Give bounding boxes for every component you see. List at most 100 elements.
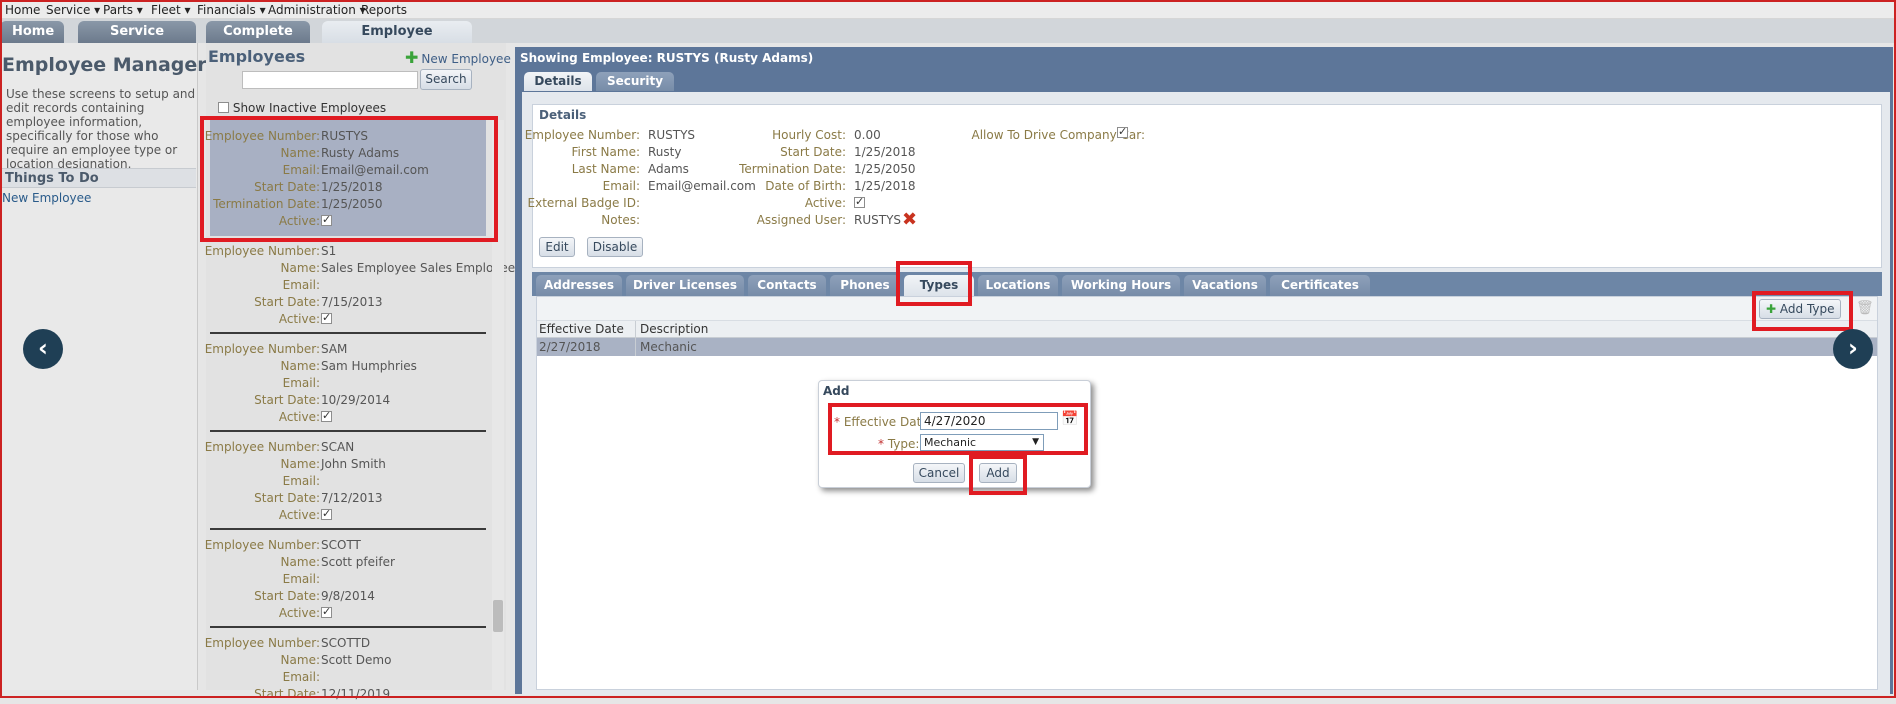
label-employee-number: Employee Number: xyxy=(524,128,640,142)
label-date-of-birth: Date of Birth: xyxy=(765,179,846,193)
label-start-date: Start Date: xyxy=(254,180,320,194)
label-name: Name: xyxy=(280,555,320,569)
row-effective-date: 2/27/2018 xyxy=(539,340,601,354)
employee-card-scottd[interactable]: Employee Number: SCOTTD Name: Scott Demo E… xyxy=(205,632,486,701)
type-label: * Type: xyxy=(878,437,920,451)
employee-number: SCOTTD xyxy=(321,636,371,650)
subtab-certificates[interactable]: Certificates xyxy=(1270,275,1370,296)
edit-button[interactable]: Edit xyxy=(539,237,575,257)
cancel-button[interactable]: Cancel xyxy=(913,463,965,483)
show-inactive-checkbox[interactable] xyxy=(218,102,229,113)
showing-employee-title: Showing Employee: RUSTYS (Rusty Adams) xyxy=(520,51,814,65)
employee-start-date: 7/12/2013 xyxy=(321,491,383,505)
new-employee-label: New Employee xyxy=(421,52,511,66)
employee-termination-date: 1/25/2050 xyxy=(321,197,383,211)
top-tab-bar: Home Service Board Complete RO Employee … xyxy=(0,19,1896,61)
tab-security[interactable]: Security xyxy=(596,72,674,91)
add-type-button[interactable]: ✚ Add Type xyxy=(1759,299,1841,319)
type-selected-value: Mechanic xyxy=(924,436,977,449)
dropdown-arrow-icon: ▼ xyxy=(1032,437,1039,447)
employee-search-input[interactable] xyxy=(242,71,418,89)
effective-date-input[interactable]: 4/27/2020 xyxy=(920,412,1058,430)
label-employee-number: Employee Number: xyxy=(204,440,320,454)
dialog-title: Add xyxy=(823,384,850,398)
table-row[interactable]: 2/27/2018 Mechanic xyxy=(537,338,1877,356)
subtab-contacts[interactable]: Contacts xyxy=(748,275,826,296)
things-to-do-header: Things To Do xyxy=(0,168,196,188)
type-select[interactable]: Mechanic ▼ xyxy=(920,434,1044,451)
add-button[interactable]: Add xyxy=(979,463,1017,483)
subtab-working-hours[interactable]: Working Hours xyxy=(1062,275,1180,296)
employee-number: SAM xyxy=(321,342,348,356)
employee-name: John Smith xyxy=(321,457,386,471)
label-last-name: Last Name: xyxy=(571,162,640,176)
previous-arrow-icon[interactable]: ‹ xyxy=(23,329,63,369)
row-description: Mechanic xyxy=(640,340,697,354)
search-button[interactable]: Search xyxy=(420,69,472,90)
tab-details[interactable]: Details xyxy=(524,72,592,91)
tab-home[interactable]: Home xyxy=(0,21,64,43)
tab-employee-manager[interactable]: Employee Manager xyxy=(322,21,472,61)
employee-start-date: 9/8/2014 xyxy=(321,589,375,603)
trash-icon[interactable]: 🗑 xyxy=(1856,300,1874,316)
menu-administration[interactable]: Administration ▾ xyxy=(268,3,366,17)
detail-date-of-birth: 1/25/2018 xyxy=(854,179,916,193)
menu-parts[interactable]: Parts ▾ xyxy=(103,3,143,17)
tab-complete-ro[interactable]: Complete RO xyxy=(206,21,310,61)
calendar-icon[interactable]: 📅 xyxy=(1061,411,1078,427)
column-description[interactable]: Description xyxy=(640,322,708,336)
label-notes: Notes: xyxy=(601,213,640,227)
label-employee-number: Employee Number: xyxy=(204,538,320,552)
label-email: Email: xyxy=(282,163,320,177)
column-effective-date[interactable]: Effective Date xyxy=(539,322,624,336)
new-employee-button[interactable]: ✚ New Employee xyxy=(405,48,511,67)
page-description: Use these screens to setup and edit reco… xyxy=(6,87,196,171)
label-start-date: Start Date: xyxy=(780,145,846,159)
label-name: Name: xyxy=(280,359,320,373)
remove-user-icon[interactable]: ✖ xyxy=(902,209,917,230)
detail-hourly-cost: 0.00 xyxy=(854,128,881,142)
label-first-name: First Name: xyxy=(571,145,640,159)
subtab-vacations[interactable]: Vacations xyxy=(1184,275,1266,296)
menu-service[interactable]: Service ▾ xyxy=(46,3,100,17)
label-name: Name: xyxy=(280,457,320,471)
show-inactive-toggle[interactable]: Show Inactive Employees xyxy=(218,101,386,115)
detail-start-date: 1/25/2018 xyxy=(854,145,916,159)
subtab-locations[interactable]: Locations xyxy=(978,275,1058,296)
employee-card-scan[interactable]: Employee Number: SCAN Name: John Smith Ema… xyxy=(205,436,486,530)
employee-name: Rusty Adams xyxy=(321,146,400,160)
employee-card-sam[interactable]: Employee Number: SAM Name: Sam Humphries E… xyxy=(205,338,486,432)
menu-fleet[interactable]: Fleet ▾ xyxy=(151,3,191,17)
label-employee-number: Employee Number: xyxy=(204,129,320,143)
employee-number: S1 xyxy=(321,244,337,258)
detail-last-name: Adams xyxy=(648,162,689,176)
scrollbar-thumb[interactable] xyxy=(493,600,503,632)
employee-card-rustys[interactable]: Employee Number: RUSTYS Name: Rusty Adams … xyxy=(205,120,486,236)
employee-start-date: 7/15/2013 xyxy=(321,295,383,309)
menu-home[interactable]: Home xyxy=(5,3,40,17)
active-checkbox xyxy=(321,605,332,620)
disable-button[interactable]: Disable xyxy=(587,237,643,257)
subtab-addresses[interactable]: Addresses xyxy=(536,275,622,296)
employee-card-scott[interactable]: Employee Number: SCOTT Name: Scott pfeifer… xyxy=(205,534,486,628)
types-toolbar xyxy=(537,297,1877,321)
label-email: Email: xyxy=(602,179,640,193)
label-email: Email: xyxy=(282,572,320,586)
label-active: Active: xyxy=(278,508,320,522)
label-active: Active: xyxy=(278,606,320,620)
employee-number: SCAN xyxy=(321,440,355,454)
menu-financials[interactable]: Financials ▾ xyxy=(197,3,266,17)
subtab-phones[interactable]: Phones xyxy=(830,275,900,296)
menu-reports[interactable]: Reports xyxy=(361,3,407,17)
employee-start-date: 10/29/2014 xyxy=(321,393,391,407)
tab-service-board[interactable]: Service Board xyxy=(78,21,196,61)
employee-card-s1[interactable]: Employee Number: S1 Name: Sales Employee S… xyxy=(205,240,515,334)
label-start-date: Start Date: xyxy=(254,687,320,701)
label-active: Active: xyxy=(278,410,320,424)
subtab-types[interactable]: Types xyxy=(904,275,974,296)
subtab-driver-licenses[interactable]: Driver Licenses xyxy=(626,275,744,296)
label-employee-number: Employee Number: xyxy=(204,342,320,356)
next-arrow-icon[interactable]: › xyxy=(1833,329,1873,369)
employee-start-date: 1/25/2018 xyxy=(321,180,383,194)
new-employee-link[interactable]: New Employee xyxy=(2,191,91,205)
